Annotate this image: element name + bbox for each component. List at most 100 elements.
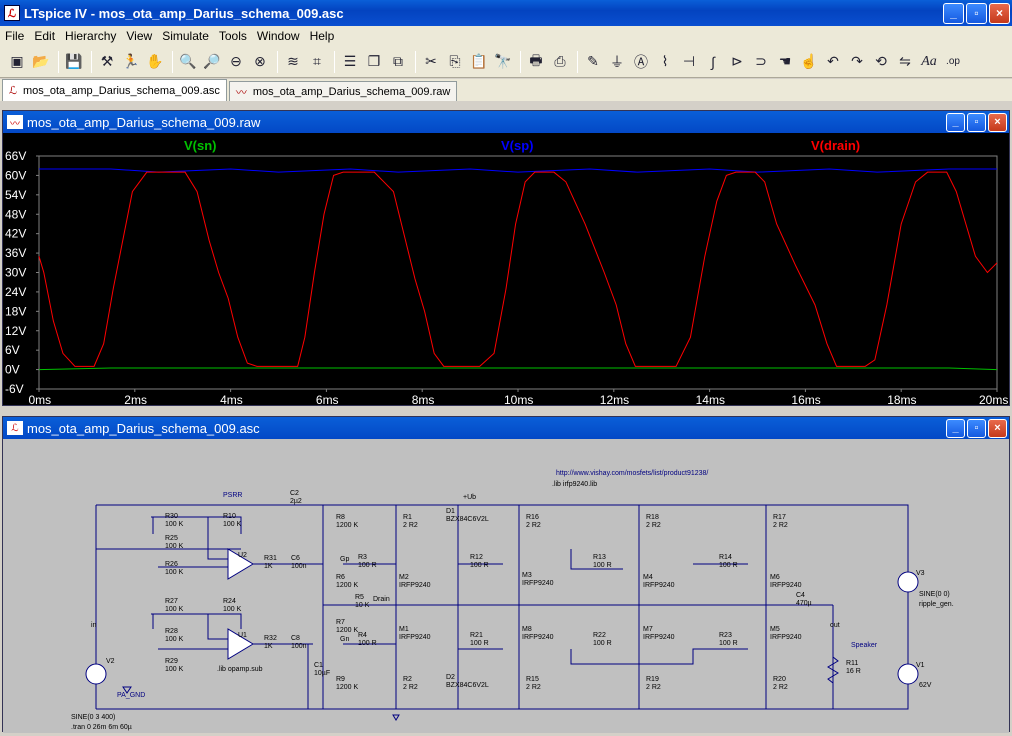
part-ref[interactable]: R1 [403, 514, 412, 521]
part-value[interactable]: 2 R2 [773, 684, 788, 691]
part-ref[interactable]: M7 [643, 626, 653, 633]
tab-waveform[interactable]: 〰 mos_ota_amp_Darius_schema_009.raw [228, 81, 458, 101]
menu-edit[interactable]: Edit [29, 29, 60, 43]
part-ref[interactable]: M5 [770, 626, 780, 633]
print-setup-icon[interactable]: 🖶 [525, 51, 547, 73]
voltage-source-v2[interactable] [85, 663, 107, 685]
part-ref[interactable]: R32 [264, 635, 277, 642]
voltage-source-v1[interactable] [897, 663, 919, 685]
trace-vdrain[interactable] [38, 171, 998, 367]
waveform-minimize-button[interactable]: _ [946, 112, 965, 132]
part-value[interactable]: 10µF [314, 670, 330, 677]
open-icon[interactable]: 📂 [30, 51, 52, 73]
ground-icon[interactable]: ⏚ [606, 51, 628, 73]
control-panel-icon[interactable]: ⚒ [96, 51, 118, 73]
part-ref[interactable]: M1 [399, 626, 409, 633]
schematic-window[interactable]: ℒ mos_ota_amp_Darius_schema_009.asc _ ▫ … [2, 416, 1010, 733]
part-value[interactable]: IRFP9240 [770, 582, 802, 589]
part-value[interactable]: 100 K [165, 521, 184, 528]
part-value[interactable]: IRFP9240 [522, 634, 554, 641]
part-ref[interactable]: V2 [106, 658, 115, 665]
menu-help[interactable]: Help [305, 29, 340, 43]
mirror-icon[interactable]: ⇋ [894, 51, 916, 73]
part-value[interactable]: 2µ2 [290, 498, 302, 505]
zoom-out-icon[interactable]: ⊖ [225, 51, 247, 73]
text-icon[interactable]: Aa [918, 51, 940, 73]
part-ref[interactable]: M8 [522, 626, 532, 633]
tile-horizontal-icon[interactable]: ☰ [339, 51, 361, 73]
part-value[interactable]: 2 R2 [773, 522, 788, 529]
part-ref[interactable]: R14 [719, 554, 732, 561]
autorange-icon[interactable]: ≋ [282, 51, 304, 73]
halt-icon[interactable]: ✋ [144, 51, 166, 73]
part-value[interactable]: 2 R2 [526, 684, 541, 691]
part-value[interactable]: BZX84C6V2L [446, 516, 489, 523]
tile-icon[interactable]: ⧉ [387, 51, 409, 73]
part-value[interactable]: 100n [291, 643, 307, 650]
part-ref[interactable]: R5 [355, 594, 364, 601]
copy-icon[interactable]: ⎘ [444, 51, 466, 73]
part-ref[interactable]: R30 [165, 513, 178, 520]
menu-tools[interactable]: Tools [214, 29, 252, 43]
zoom-in-icon[interactable]: 🔍 [177, 51, 199, 73]
part-ref[interactable]: R3 [358, 554, 367, 561]
part-value[interactable]: IRFP9240 [522, 580, 554, 587]
part-value[interactable]: 1200 K [336, 522, 359, 529]
part-value[interactable]: 2 R2 [403, 684, 418, 691]
part-value[interactable]: IRFP9240 [643, 634, 675, 641]
part-ref[interactable]: R31 [264, 555, 277, 562]
part-ref[interactable]: R8 [336, 514, 345, 521]
waveform-window[interactable]: 〰 mos_ota_amp_Darius_schema_009.raw _ ▫ … [2, 110, 1010, 407]
save-icon[interactable]: 💾 [63, 51, 85, 73]
label-net-icon[interactable]: Ⓐ [630, 51, 652, 73]
part-value[interactable]: BZX84C6V2L [446, 682, 489, 689]
component-icon[interactable]: ⊃ [750, 51, 772, 73]
new-schematic-icon[interactable]: ▣ [6, 51, 28, 73]
menu-file[interactable]: File [0, 29, 29, 43]
mark-icon[interactable]: ⌗ [306, 51, 328, 73]
part-value[interactable]: 1K [264, 563, 273, 570]
part-ref[interactable]: U2 [238, 552, 247, 559]
part-value[interactable]: 100 R [470, 562, 489, 569]
schematic-minimize-button[interactable]: _ [946, 418, 965, 438]
part-value[interactable]: 2 R2 [403, 522, 418, 529]
close-button[interactable]: × [989, 2, 1010, 24]
find-icon[interactable]: 🔭 [492, 51, 514, 73]
part-ref[interactable]: M3 [522, 572, 532, 579]
part-value[interactable]: 100 R [358, 640, 377, 647]
part-ref[interactable]: R17 [773, 514, 786, 521]
part-value[interactable]: 1K [264, 643, 273, 650]
part-value[interactable]: 470µ [796, 600, 812, 607]
part-ref[interactable]: R10 [223, 513, 236, 520]
part-value[interactable]: 1200 K [336, 627, 359, 634]
part-ref[interactable]: R2 [403, 676, 412, 683]
ltspice-app-icon[interactable]: ℒ [4, 5, 20, 21]
zoom-pan-icon[interactable]: 🔎 [201, 51, 223, 73]
undo-icon[interactable]: ↶ [822, 51, 844, 73]
part-value[interactable]: 100 K [165, 636, 184, 643]
maximize-button[interactable]: ▫ [966, 2, 987, 24]
waveform-plot-area[interactable]: V(sn) V(sp) V(drain) 66V 60V 54V 48V 42V 36V 3… [3, 133, 1009, 407]
run-icon[interactable]: 🏃 [120, 51, 142, 73]
menu-simulate[interactable]: Simulate [157, 29, 214, 43]
waveform-plot[interactable]: V(sn) V(sp) V(drain) 66V 60V 54V 48V 42V 36V 3… [3, 133, 1009, 407]
part-value[interactable]: 1200 K [336, 582, 359, 589]
part-ref[interactable]: C4 [796, 592, 805, 599]
trace-vsn[interactable] [38, 367, 998, 371]
waveform-maximize-button[interactable]: ▫ [967, 112, 986, 132]
part-value[interactable]: 100 K [165, 569, 184, 576]
voltage-source-v3[interactable] [897, 571, 919, 593]
inductor-icon[interactable]: ∫ [702, 51, 724, 73]
part-ref[interactable]: R12 [470, 554, 483, 561]
part-value[interactable]: 100 K [223, 521, 242, 528]
schematic-close-button[interactable]: × [988, 418, 1007, 438]
part-ref[interactable]: R19 [646, 676, 659, 683]
part-ref[interactable]: R4 [358, 632, 367, 639]
part-value[interactable]: 16 R [846, 668, 861, 675]
part-ref[interactable]: R15 [526, 676, 539, 683]
part-ref[interactable]: R26 [165, 561, 178, 568]
part-ref[interactable]: U1 [238, 632, 247, 639]
part-ref[interactable]: R27 [165, 598, 178, 605]
part-ref[interactable]: R6 [336, 574, 345, 581]
schematic-drawing[interactable]: http://www.vishay.com/mosfets/list/produ… [3, 439, 1009, 733]
